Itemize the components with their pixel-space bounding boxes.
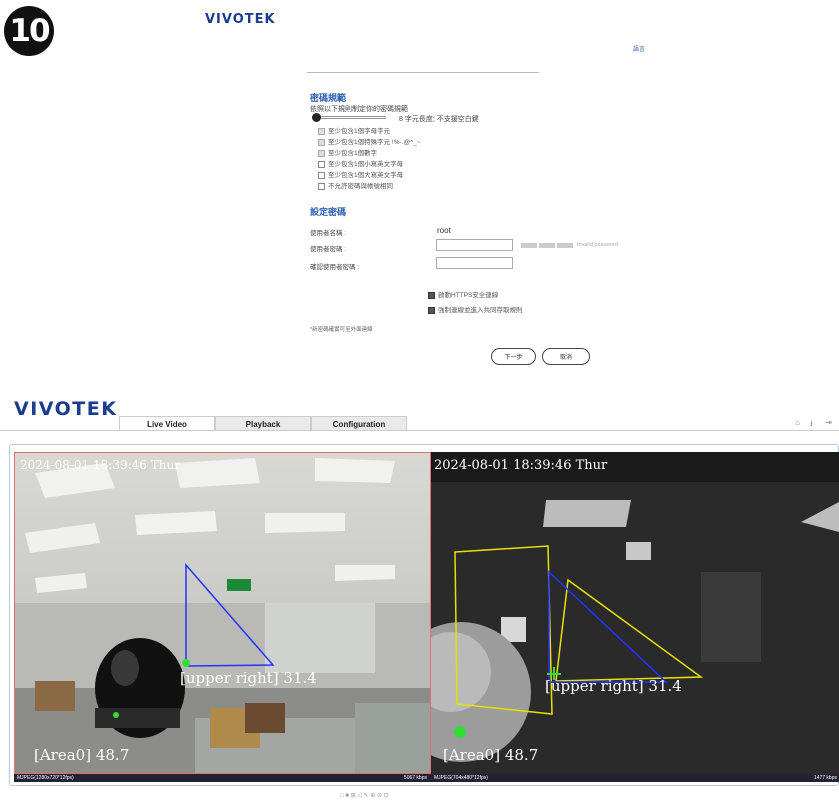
rule-checkbox[interactable]	[318, 182, 325, 190]
roi-upper-right-label: [upper right] 31.4	[180, 669, 317, 687]
force-connection-option[interactable]: 強制連線並進入共同存取規則	[428, 306, 523, 315]
roi-area-label: [Area0] 48.7	[443, 746, 539, 764]
rule-special-char[interactable]: 至少包含1個特殊字元 !%-.@^_~	[318, 138, 421, 147]
strength-bar	[557, 242, 573, 248]
rule-label: 至少包含1個小寫英文字母	[328, 161, 404, 168]
rule-not-username[interactable]: 不允許密碼與帳號相同	[318, 182, 393, 191]
https-option[interactable]: 啟動HTTPS安全連線	[428, 291, 498, 300]
password-length-note: 8 字元長度; 不支援空白鍵	[399, 116, 479, 123]
left-video-stream[interactable]: 2024-08-01 18:39:46 Thur [upper right] 3…	[14, 452, 431, 774]
rule-uppercase[interactable]: 至少包含1個大寫英文字母	[318, 171, 403, 180]
rule-checkbox[interactable]	[318, 127, 325, 135]
password-label: 使用者密碼 :	[310, 246, 347, 253]
rule-label: 不允許密碼與帳號相同	[328, 183, 393, 190]
rule-checkbox[interactable]	[318, 171, 325, 179]
slider-handle[interactable]	[312, 113, 321, 122]
vivotek-logo: VIVOTEK	[14, 398, 118, 420]
rule-lowercase[interactable]: 至少包含1個小寫英文字母	[318, 160, 403, 169]
option-checkbox[interactable]	[428, 291, 435, 299]
strength-text: Invalid password	[577, 242, 618, 248]
option-label: 強制連線並進入共同存取規則	[438, 307, 523, 314]
office-scene	[15, 453, 430, 773]
rule-checkbox[interactable]	[318, 149, 325, 157]
stream-bitrate: 1477 kbps	[813, 775, 837, 781]
left-stream-status-bar: MJPEG(1280x720*12fps) 5067 kbps	[14, 774, 431, 782]
confirm-password-input[interactable]	[436, 257, 513, 269]
player-toolbar[interactable]: □ ■ ⊞ ◁ ✎ ⊕ ⊖ ⊡	[340, 792, 389, 799]
stream-format: MJPEG(1280x720*12fps)	[17, 775, 74, 781]
timestamp-overlay: 2024-08-01 18:39:46 Thur	[434, 458, 608, 473]
tab-configuration[interactable]: Configuration	[311, 416, 407, 431]
roi-upper-right-label: [upper right] 31.4	[545, 677, 682, 695]
rule-label: 至少包含1個特殊字元 !%-.@^_~	[328, 139, 421, 146]
timestamp-overlay: 2024-08-01 18:39:46 Thur	[20, 458, 180, 472]
password-input[interactable]	[436, 239, 513, 251]
right-video-stream[interactable]: 2024-08-01 18:39:46 Thur [upper right] 3…	[431, 452, 839, 774]
slider-track	[318, 116, 386, 119]
option-label: 啟動HTTPS安全連線	[438, 292, 499, 299]
logout-icon[interactable]: ⇥	[825, 418, 832, 427]
rule-checkbox[interactable]	[318, 160, 325, 168]
roi-area-label: [Area0] 48.7	[34, 746, 130, 764]
strength-bar	[521, 242, 537, 248]
vivotek-logo: VIVOTEK	[205, 12, 276, 27]
cancel-button[interactable]: 取消	[542, 348, 590, 365]
tab-live-video[interactable]: Live Video	[119, 416, 215, 431]
confirm-password-label: 確認使用者密碼 :	[310, 264, 360, 271]
rule-checkbox[interactable]	[318, 138, 325, 146]
username-label: 使用者名稱 :	[310, 230, 347, 237]
strength-bar	[539, 242, 555, 248]
set-password-title: 設定密碼	[310, 207, 347, 217]
home-icon[interactable]: ⌂	[795, 418, 800, 427]
next-button[interactable]: 下一步	[491, 348, 536, 365]
password-strength-meter: Invalid password	[521, 242, 618, 248]
rule-digit[interactable]: 至少包含1個數字	[318, 149, 377, 158]
rule-label: 至少包含1個數字	[328, 150, 378, 157]
stream-format: MJPEG(704x480*12fps)	[434, 775, 488, 781]
password-policy-title: 密碼規範	[310, 93, 347, 103]
download-icon[interactable]: ⭳	[810, 418, 813, 432]
tab-divider	[0, 430, 839, 431]
rule-label: 至少包含1個大寫英文字母	[328, 172, 404, 179]
divider	[307, 72, 539, 73]
tab-playback[interactable]: Playback	[215, 416, 311, 431]
language-link[interactable]: 語言	[633, 44, 645, 53]
step-number-badge: 10	[4, 6, 54, 56]
password-length-slider[interactable]	[312, 113, 386, 122]
stream-bitrate: 5067 kbps	[403, 775, 427, 781]
option-checkbox[interactable]	[428, 306, 435, 314]
thermal-scene	[431, 452, 839, 774]
footnote: *新密碼確實可至外面連線	[310, 327, 373, 333]
rule-label: 至少包含1個字母字元	[328, 128, 391, 135]
username-value: root	[437, 226, 451, 235]
rule-letter[interactable]: 至少包含1個字母字元	[318, 127, 390, 136]
right-stream-status-bar: MJPEG(704x480*12fps) 1477 kbps	[431, 774, 839, 782]
